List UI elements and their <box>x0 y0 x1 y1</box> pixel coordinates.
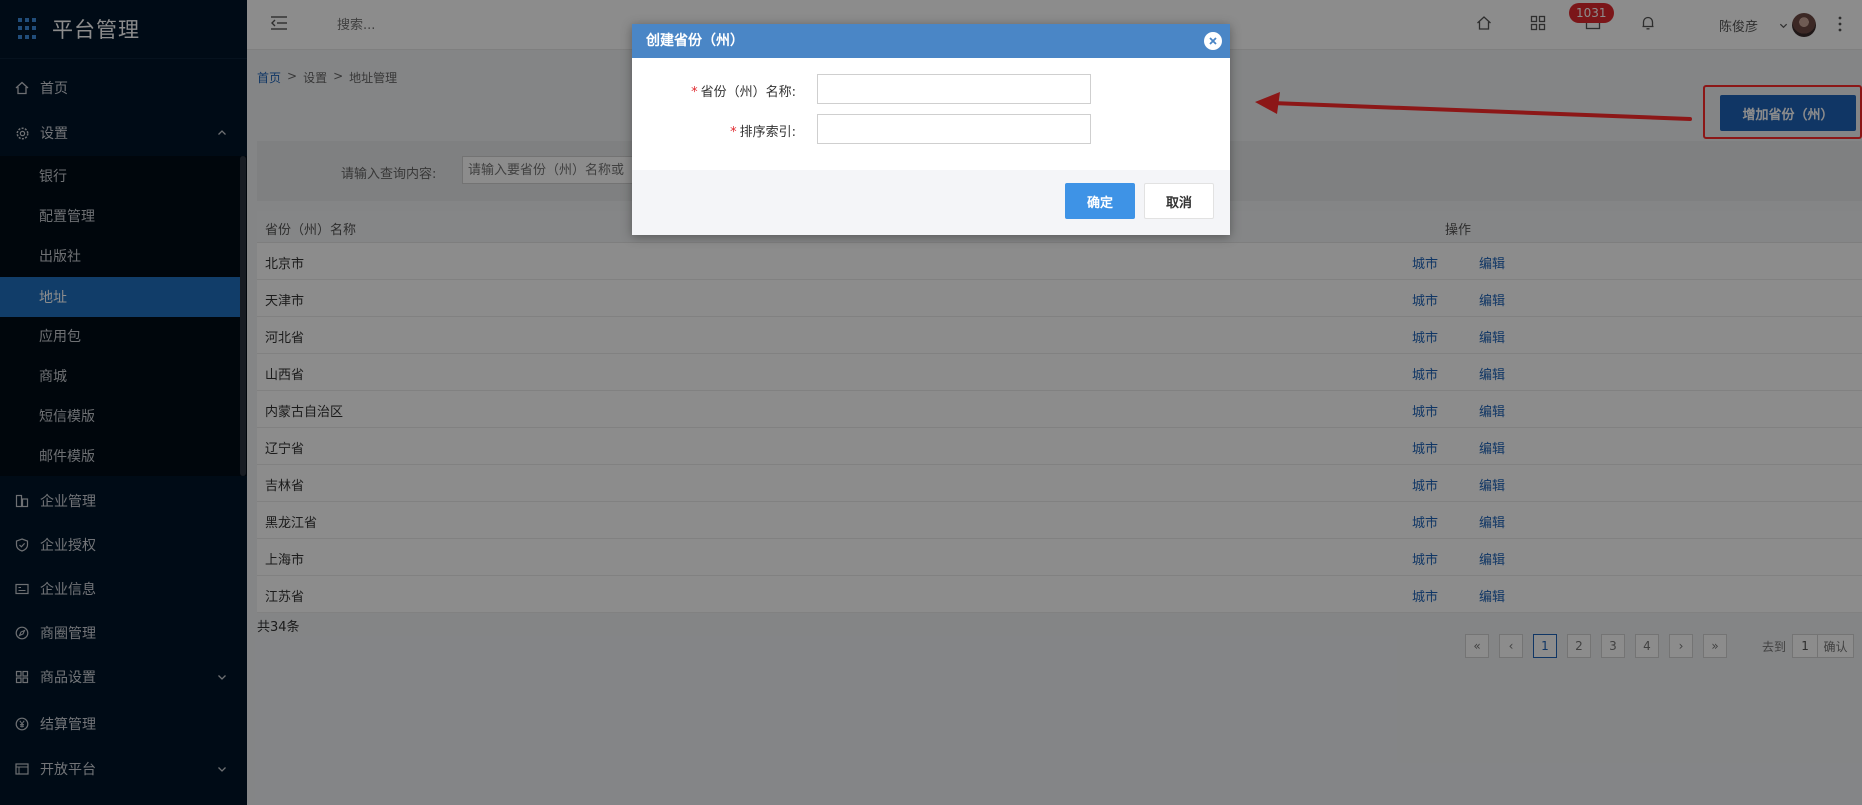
required-mark: * <box>730 125 737 140</box>
dialog-header: 创建省份（州） <box>632 24 1230 58</box>
confirm-button[interactable]: 确定 <box>1065 183 1135 219</box>
form-row-sort-index: * 排序索引: <box>632 114 1230 144</box>
close-icon[interactable] <box>1204 32 1222 50</box>
sort-index-input[interactable] <box>817 114 1091 144</box>
sort-index-label: * 排序索引: <box>730 125 796 140</box>
cancel-button[interactable]: 取消 <box>1144 183 1214 219</box>
required-mark: * <box>691 85 698 100</box>
province-name-label: * 省份（州）名称: <box>691 85 796 100</box>
province-name-input[interactable] <box>817 74 1091 104</box>
create-province-dialog: 创建省份（州） * 省份（州）名称: * 排序索引: 确定 取消 <box>632 24 1230 235</box>
dialog-footer: 确定 取消 <box>632 170 1230 235</box>
dialog-title: 创建省份（州） <box>646 33 744 49</box>
form-row-province-name: * 省份（州）名称: <box>632 74 1230 104</box>
